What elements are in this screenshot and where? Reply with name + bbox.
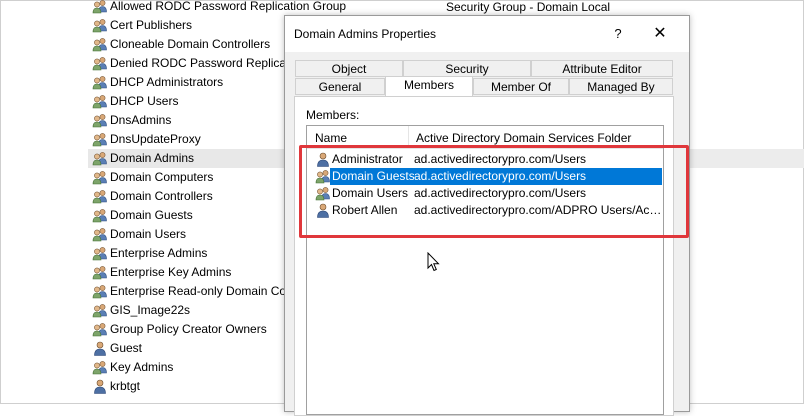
group-icon bbox=[92, 303, 108, 318]
ad-list-item[interactable]: DnsUpdateProxy bbox=[88, 130, 288, 149]
group-icon bbox=[92, 208, 108, 223]
group-icon bbox=[92, 0, 108, 14]
ad-list-item-label: Group Policy Creator Owners bbox=[110, 322, 267, 336]
ad-list-item[interactable]: Domain Admins bbox=[88, 149, 288, 168]
ad-list-item-label: DnsAdmins bbox=[110, 113, 172, 127]
ad-list-item-label: GIS_Image22s bbox=[110, 303, 191, 317]
group-icon bbox=[92, 151, 108, 166]
ad-list-item[interactable]: Guest bbox=[88, 339, 288, 358]
group-icon bbox=[92, 113, 108, 128]
ad-list-item-label: Cloneable Domain Controllers bbox=[110, 37, 271, 51]
close-button[interactable]: ✕ bbox=[647, 22, 673, 46]
tab-attribute-editor[interactable]: Attribute Editor bbox=[531, 60, 673, 77]
user-icon bbox=[92, 379, 108, 394]
tab-members[interactable]: Members bbox=[385, 76, 473, 96]
ad-list-item[interactable]: GIS_Image22s bbox=[88, 301, 288, 320]
group-icon bbox=[92, 360, 108, 375]
group-icon bbox=[92, 56, 108, 71]
ad-list-item-label: DHCP Administrators bbox=[110, 75, 224, 89]
ad-list-item[interactable]: DHCP Users bbox=[88, 92, 288, 111]
ad-list-item-label: Domain Guests bbox=[110, 208, 193, 222]
ad-list-item[interactable]: Key Admins bbox=[88, 358, 288, 377]
ad-list-item[interactable]: Allowed RODC Password Replication Group bbox=[88, 0, 346, 16]
ad-list-item[interactable]: Enterprise Key Admins bbox=[88, 263, 288, 282]
group-icon bbox=[92, 227, 108, 242]
group-icon bbox=[92, 170, 108, 185]
ad-list-item-label: Key Admins bbox=[110, 360, 174, 374]
group-icon bbox=[92, 189, 108, 204]
group-icon bbox=[92, 37, 108, 52]
group-icon bbox=[92, 94, 108, 109]
user-icon bbox=[92, 341, 108, 356]
group-icon bbox=[92, 322, 108, 337]
group-icon bbox=[92, 265, 108, 280]
ad-list-item[interactable]: krbtgt bbox=[88, 377, 288, 396]
ad-list-item-label: DnsUpdateProxy bbox=[110, 132, 201, 146]
tab-object[interactable]: Object bbox=[295, 60, 403, 77]
ad-list-item[interactable]: Cert Publishers bbox=[88, 16, 288, 35]
ad-list-item-label: Guest bbox=[110, 341, 143, 355]
red-highlight-box bbox=[299, 145, 689, 238]
ad-list-item[interactable]: Cloneable Domain Controllers bbox=[88, 35, 288, 54]
ad-list-item[interactable]: Enterprise Read-only Domain Controllers bbox=[88, 282, 329, 301]
group-icon bbox=[92, 246, 108, 261]
members-label: Members: bbox=[306, 108, 360, 122]
group-icon bbox=[92, 75, 108, 90]
ad-object-list: Allowed RODC Password Replication Group C… bbox=[88, 0, 346, 396]
ad-list-item[interactable]: DHCP Administrators bbox=[88, 73, 288, 92]
ad-list-item-label: Domain Admins bbox=[110, 151, 195, 165]
ad-list-item-label: Enterprise Admins bbox=[110, 246, 208, 260]
ad-list-item-label: DHCP Users bbox=[110, 94, 179, 108]
ad-list-item-label: Enterprise Key Admins bbox=[110, 265, 232, 279]
ad-list-item[interactable]: Domain Users bbox=[88, 225, 288, 244]
dialog-titlebar: Domain Admins Properties ? ✕ bbox=[285, 16, 689, 52]
ad-list-item-label: Domain Computers bbox=[110, 170, 214, 184]
group-icon bbox=[92, 132, 108, 147]
group-icon bbox=[92, 284, 108, 299]
tab-managed-by[interactable]: Managed By bbox=[569, 78, 673, 95]
ad-list-item[interactable]: Domain Computers bbox=[88, 168, 288, 187]
tab-member-of[interactable]: Member Of bbox=[473, 78, 569, 95]
ad-list-item[interactable]: Domain Guests bbox=[88, 206, 288, 225]
ad-list-item-label: Domain Controllers bbox=[110, 189, 213, 203]
ad-list-item[interactable]: Domain Controllers bbox=[88, 187, 288, 206]
group-icon bbox=[92, 18, 108, 33]
ad-list-item[interactable]: Denied RODC Password Replication Group bbox=[88, 54, 342, 73]
tab-security[interactable]: Security bbox=[403, 60, 531, 77]
ad-list-item-label: krbtgt bbox=[110, 379, 141, 393]
ad-list-item[interactable]: Group Policy Creator Owners bbox=[88, 320, 288, 339]
ad-list-item-label: Domain Users bbox=[110, 227, 187, 241]
ad-list-item-label: Cert Publishers bbox=[110, 18, 193, 32]
help-button[interactable]: ? bbox=[607, 22, 629, 46]
mouse-cursor-icon bbox=[427, 252, 440, 272]
dialog-title: Domain Admins Properties bbox=[294, 27, 437, 41]
ad-list-item-label: Allowed RODC Password Replication Group bbox=[110, 0, 347, 13]
ad-list-item[interactable]: Enterprise Admins bbox=[88, 244, 288, 263]
ad-list-item[interactable]: DnsAdmins bbox=[88, 111, 288, 130]
tab-general[interactable]: General bbox=[295, 78, 385, 95]
